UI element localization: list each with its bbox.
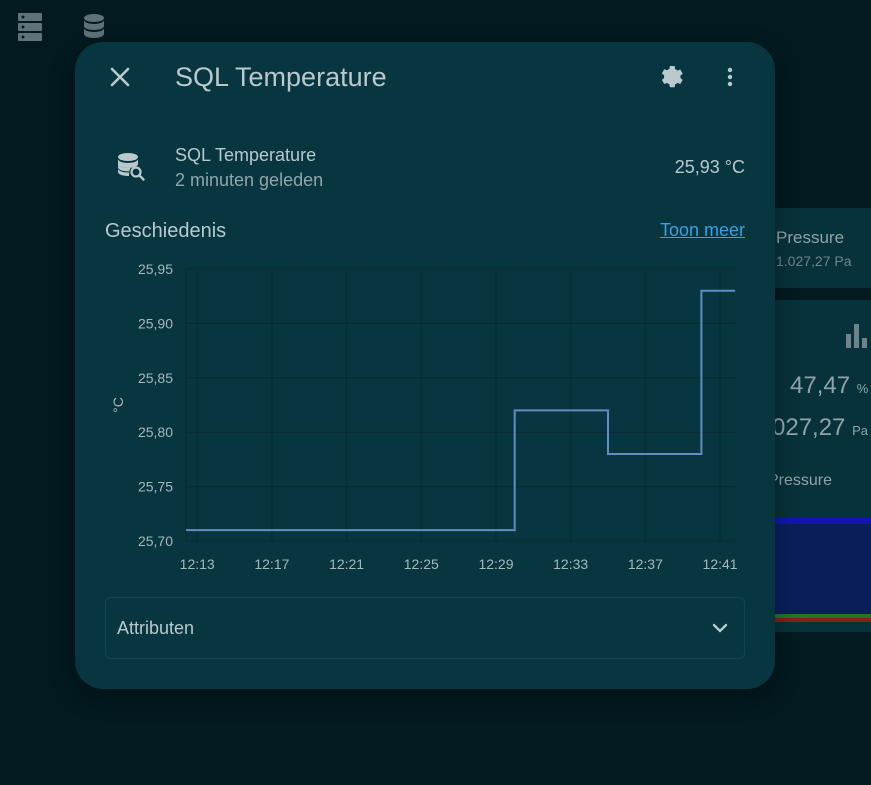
database-icon[interactable]: [82, 12, 108, 42]
sensor-card[interactable]: 47,47 % 027,27 Pa Pressure: [760, 300, 871, 632]
pressure-card[interactable]: Pressure 1.027,27 Pa: [760, 208, 871, 288]
gear-icon: [661, 65, 683, 88]
x-tick-label: 12:37: [628, 556, 663, 572]
pressure-card-label: Pressure: [776, 228, 845, 247]
entity-last-changed: 2 minuten geleden: [175, 170, 324, 190]
graph-bar-red: [760, 618, 871, 622]
series-line: [186, 289, 735, 532]
y-tick-label: 25,90: [138, 315, 173, 331]
dots-vertical-icon: [727, 67, 733, 87]
entity-state: 25,93 °C: [674, 157, 745, 177]
database-search-icon: [118, 153, 145, 181]
history-title: Geschiedenis: [105, 220, 227, 242]
x-tick-label: 12:41: [703, 556, 738, 572]
bar-chart-icon[interactable]: [844, 322, 870, 348]
history-chart[interactable]: 25,95 25,90 25,85 25,80 25,75 25,70 12:13 12:17…: [105, 257, 745, 577]
sensor-card-label: Pressure: [768, 472, 833, 489]
y-tick-label: 25,85: [138, 370, 173, 386]
server-icon[interactable]: [17, 12, 43, 42]
entity-row[interactable]: SQL Temperature 2 minuten geleden 25,93 …: [105, 140, 745, 196]
attributes-expander[interactable]: Attributen: [105, 597, 745, 659]
y-tick-label: 25,75: [138, 479, 173, 495]
x-tick-label: 12:25: [404, 556, 439, 572]
dialog-title: SQL Temperature: [175, 62, 387, 92]
x-tick-label: 12:21: [329, 556, 364, 572]
settings-button[interactable]: [650, 57, 690, 97]
humidity-value: 47,47 %: [790, 372, 869, 399]
graph-fill-blue: [760, 524, 871, 614]
show-more-link[interactable]: Toon meer: [660, 220, 745, 241]
y-tick-label: 25,70: [138, 533, 173, 549]
x-tick-label: 12:29: [478, 556, 513, 572]
pressure-card-value: 1.027,27 Pa: [776, 253, 852, 269]
close-button[interactable]: [100, 57, 140, 97]
attributes-label: Attributen: [117, 618, 195, 638]
close-icon: [110, 67, 130, 87]
y-axis-label: °C: [110, 397, 126, 413]
x-tick-label: 12:33: [553, 556, 588, 572]
more-options-button[interactable]: [710, 57, 750, 97]
y-tick-label: 25,95: [138, 261, 173, 277]
x-tick-label: 12:17: [254, 556, 289, 572]
chevron-down-icon: [712, 623, 728, 633]
x-tick-label: 12:13: [180, 556, 215, 572]
y-tick-label: 25,80: [138, 424, 173, 440]
more-info-dialog: SQL Temperature SQL Temperature 2 minute…: [75, 42, 775, 689]
entity-name: SQL Temperature: [175, 145, 317, 165]
pressure-value: 027,27 Pa: [772, 414, 868, 441]
